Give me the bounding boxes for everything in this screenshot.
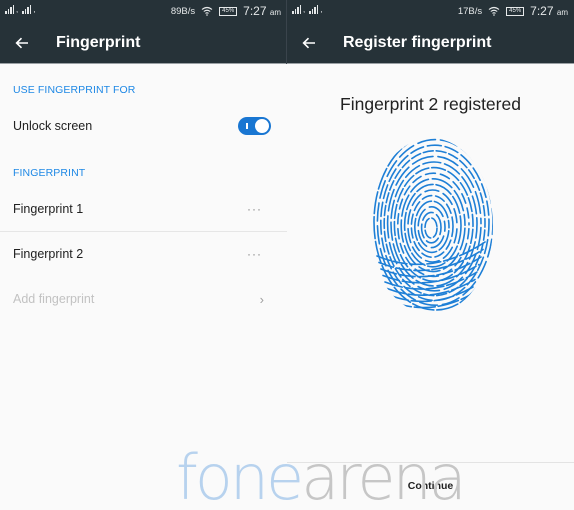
register-fingerprint-screen: , , 17B/s 45% 7:27 am Register fingerpri… (287, 0, 574, 510)
clock: 7:27 am (530, 4, 568, 18)
back-button[interactable] (299, 33, 319, 53)
battery-icon: 45% (506, 6, 525, 16)
section-header-fingerprint: FINGERPRINT (13, 167, 86, 179)
battery-icon: 45% (219, 6, 238, 16)
fingerprint-ridge (414, 200, 450, 254)
fingerprint-list-item[interactable]: Fingerprint 1 ··· (0, 187, 287, 231)
signal-icon: , , (5, 5, 37, 14)
fingerprint-list-item[interactable]: Fingerprint 2 ··· (0, 232, 287, 276)
more-options-icon[interactable]: ··· (247, 202, 262, 216)
signal-icon: , , (292, 5, 324, 14)
registered-message: Fingerprint 2 registered (340, 94, 521, 114)
network-speed: 89B/s (170, 5, 196, 17)
app-bar: , , 89B/s 45% 7:27 am Fingerprint (0, 0, 287, 64)
toggle-knob (255, 119, 269, 133)
fingerprint-ridge (424, 217, 438, 239)
unlock-screen-label: Unlock screen (13, 119, 93, 133)
unlock-screen-toggle[interactable] (238, 117, 271, 135)
add-fingerprint-label: Add fingerprint (13, 292, 95, 306)
fingerprint-2-label: Fingerprint 2 (13, 247, 84, 261)
add-fingerprint-row[interactable]: Add fingerprint › (0, 277, 287, 321)
fingerprint-icon (367, 136, 495, 316)
status-bar: , , 17B/s 45% 7:27 am (287, 0, 574, 22)
unlock-screen-row[interactable]: Unlock screen (0, 104, 287, 148)
fingerprint-settings-screen: , , 89B/s 45% 7:27 am Fingerprint USE FI… (0, 0, 287, 510)
fingerprint-ridge (397, 172, 470, 278)
wifi-icon (201, 6, 213, 16)
network-speed: 17B/s (457, 5, 483, 17)
arrow-left-icon (15, 37, 28, 49)
section-header-use-for: USE FINGERPRINT FOR (13, 84, 136, 96)
page-title: Register fingerprint (343, 34, 492, 51)
chevron-right-icon: › (259, 291, 264, 307)
continue-button[interactable]: Continue (287, 480, 574, 492)
wifi-icon (488, 6, 500, 16)
more-options-icon[interactable]: ··· (247, 247, 262, 261)
clock: 7:27 am (243, 4, 281, 18)
app-bar: , , 17B/s 45% 7:27 am Register fingerpri… (287, 0, 574, 64)
fingerprint-1-label: Fingerprint 1 (13, 202, 84, 216)
page-title: Fingerprint (56, 34, 141, 51)
status-bar: , , 89B/s 45% 7:27 am (0, 0, 287, 22)
back-button[interactable] (12, 33, 32, 53)
arrow-left-icon (302, 37, 315, 49)
